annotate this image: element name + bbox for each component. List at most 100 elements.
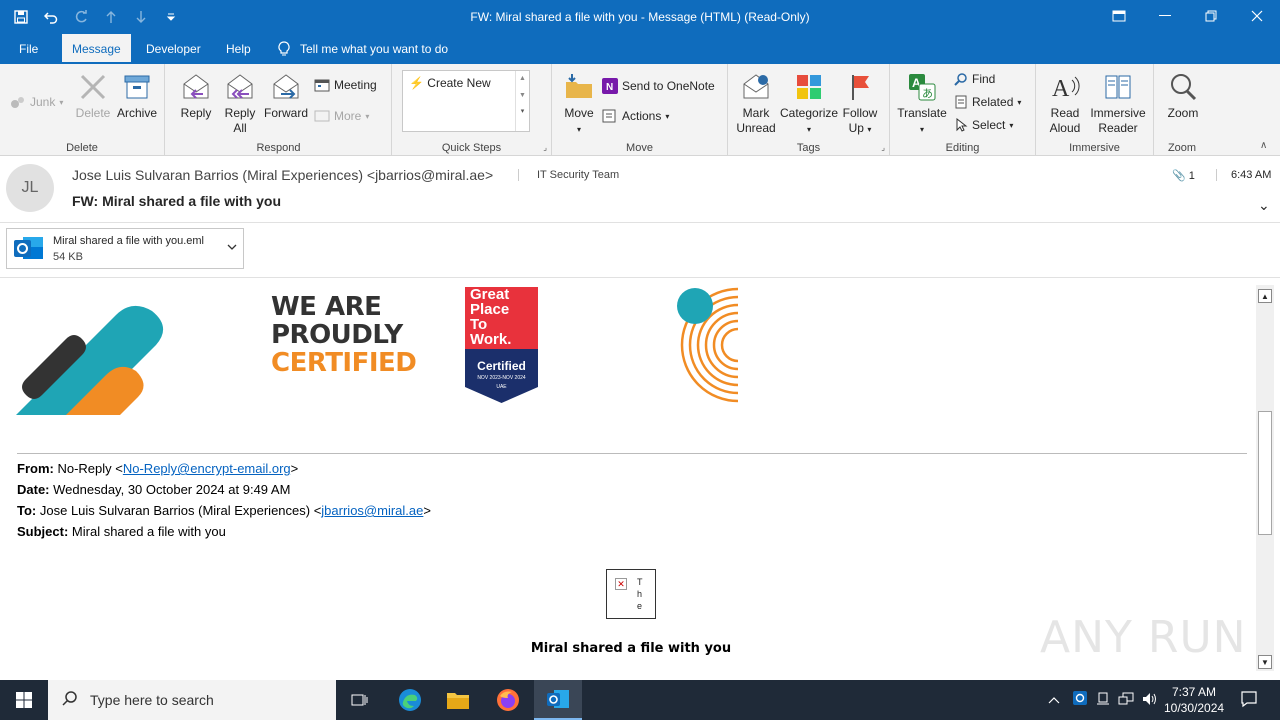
send-to-onenote-button[interactable]: N Send to OneNote xyxy=(602,78,715,94)
volume-icon[interactable] xyxy=(1142,692,1158,709)
sender[interactable]: Jose Luis Sulvaran Barrios (Miral Experi… xyxy=(72,167,493,183)
create-new-quick-step[interactable]: ⚡ Create New xyxy=(409,76,491,90)
meeting-button[interactable]: Meeting xyxy=(314,78,377,92)
delete-button[interactable]: Delete xyxy=(74,72,112,121)
immersive-reader-button[interactable]: Immersive Reader xyxy=(1088,72,1148,136)
attachment-item[interactable]: Miral shared a file with you.eml 54 KB xyxy=(6,228,244,269)
minimize-icon[interactable] xyxy=(1142,0,1188,32)
to-label: To: xyxy=(17,503,37,518)
actions-button[interactable]: Actions ▾ xyxy=(602,109,669,123)
tell-me-search[interactable]: Tell me what you want to do xyxy=(278,34,448,64)
more-label: More xyxy=(334,109,362,123)
quick-steps-launcher-icon[interactable]: ⌟ xyxy=(543,143,547,152)
find-button[interactable]: Find xyxy=(954,72,995,86)
read-aloud-button[interactable]: A Read Aloud xyxy=(1042,72,1088,136)
from-label: From: xyxy=(17,461,54,476)
scroll-up-icon[interactable]: ▲ xyxy=(1258,289,1272,303)
attachment-menu-icon[interactable] xyxy=(227,241,237,253)
select-button[interactable]: Select ▾ xyxy=(954,118,1013,132)
from-email-link[interactable]: No-Reply@encrypt-email.org xyxy=(123,461,291,476)
file-explorer-taskbar-button[interactable] xyxy=(434,680,482,720)
related-button[interactable]: Related ▾ xyxy=(954,95,1021,109)
delete-group-label: Delete xyxy=(66,142,98,154)
certified-banner: WE ARE PROUDLY CERTIFIED xyxy=(271,293,417,377)
follow-up-label-1: Follow xyxy=(842,106,878,120)
anyrun-watermark: ANY RUN xyxy=(1040,612,1247,663)
follow-up-label-2: Up xyxy=(848,121,864,135)
body-scrollbar[interactable]: ▲ ▼ xyxy=(1256,285,1274,671)
svg-text:N: N xyxy=(606,82,613,93)
immersive-reader-label-2: Reader xyxy=(1098,121,1138,135)
tab-message[interactable]: Message xyxy=(62,34,131,64)
reply-all-button[interactable]: Reply All xyxy=(220,72,260,136)
immersive-group-label: Immersive xyxy=(1069,142,1120,154)
tab-help[interactable]: Help xyxy=(226,34,251,64)
categorize-button[interactable]: Categorize ▾ xyxy=(780,72,838,137)
meeting-icon xyxy=(314,79,330,92)
taskbar-clock[interactable]: 7:37 AM 10/30/2024 xyxy=(1164,684,1224,716)
collapse-ribbon-icon[interactable]: ∧ xyxy=(1260,140,1267,151)
outlook-taskbar-button[interactable] xyxy=(534,680,582,720)
network-icon[interactable] xyxy=(1118,692,1134,709)
tab-file[interactable]: File xyxy=(19,34,38,64)
action-center-icon[interactable] xyxy=(1240,690,1258,711)
restore-icon[interactable] xyxy=(1188,0,1234,32)
archive-button[interactable]: Archive xyxy=(114,72,160,121)
read-aloud-label-2: Aloud xyxy=(1049,121,1081,135)
recipient[interactable]: IT Security Team xyxy=(518,169,619,181)
quick-steps-scrollbar[interactable]: ▲ ▼ ▾ xyxy=(515,71,529,131)
gptw-line-3: To xyxy=(470,316,488,333)
zoom-button[interactable]: Zoom xyxy=(1160,72,1206,121)
search-icon xyxy=(62,690,78,711)
mark-unread-button[interactable]: Mark Unread xyxy=(734,72,778,136)
to-email-link[interactable]: jbarrios@miral.ae xyxy=(321,503,423,518)
move-button[interactable]: Move ▾ xyxy=(560,72,598,137)
device-tray-icon[interactable] xyxy=(1096,692,1110,709)
reply-button[interactable]: Reply xyxy=(176,72,216,121)
immersive-reader-label-1: Immersive xyxy=(1090,106,1146,120)
header-divider xyxy=(0,277,1280,278)
close-icon[interactable] xyxy=(1234,0,1280,32)
move-group-label: Move xyxy=(626,142,653,154)
attachment-count-value: 1 xyxy=(1188,170,1195,182)
gptw-country: UAE xyxy=(496,384,507,390)
date-label: Date: xyxy=(17,482,50,497)
taskbar-search-box[interactable]: Type here to search xyxy=(48,680,336,720)
quick-steps-gallery[interactable]: ⚡ Create New ▲ ▼ ▾ xyxy=(402,70,530,132)
translate-button[interactable]: Aあ Translate ▾ xyxy=(896,72,948,137)
create-new-label: Create New xyxy=(427,76,491,90)
expand-header-icon[interactable]: ⌄ xyxy=(1258,197,1270,214)
edge-taskbar-button[interactable] xyxy=(386,680,434,720)
scrollbar-thumb[interactable] xyxy=(1258,411,1272,535)
start-button[interactable] xyxy=(0,680,48,720)
title-bar: FW: Miral shared a file with you - Messa… xyxy=(0,0,1280,34)
follow-up-button[interactable]: Follow Up ▾ xyxy=(840,72,880,137)
move-group: Move ▾ N Send to OneNote Actions ▾ Move xyxy=(552,64,728,156)
tags-launcher-icon[interactable]: ⌟ xyxy=(881,143,885,152)
junk-label: Junk xyxy=(30,95,56,109)
ribbon-display-options-icon[interactable] xyxy=(1096,0,1142,32)
more-respond-button[interactable]: More ▾ xyxy=(314,109,369,123)
windows-logo-icon xyxy=(16,692,32,708)
move-label: Move xyxy=(564,106,594,120)
tab-developer[interactable]: Developer xyxy=(146,34,201,64)
broken-image-placeholder[interactable]: ✕ T h e xyxy=(606,569,656,619)
scroll-down-icon[interactable]: ▼ xyxy=(1258,655,1272,669)
from-end: > xyxy=(290,461,299,476)
junk-button[interactable]: Junk ▾ xyxy=(10,94,63,110)
select-cursor-icon xyxy=(956,118,968,132)
delete-group: Junk ▾ Delete Archive Delete xyxy=(0,64,165,156)
show-hidden-icons[interactable] xyxy=(1048,692,1060,707)
windows-taskbar: Type here to search 7:37 AM 10/30/2024 xyxy=(0,680,1280,720)
date-value: Wednesday, 30 October 2024 at 9:49 AM xyxy=(53,482,291,497)
mark-unread-icon xyxy=(743,74,769,99)
avatar[interactable]: JL xyxy=(6,164,54,212)
firefox-taskbar-button[interactable] xyxy=(484,680,532,720)
forward-button[interactable]: Forward xyxy=(262,72,310,121)
outlook-tray-icon[interactable] xyxy=(1072,690,1088,709)
svg-text:A: A xyxy=(1052,76,1070,102)
zoom-group-label: Zoom xyxy=(1167,142,1197,154)
reply-all-label-1: Reply xyxy=(224,106,256,120)
to-name: Jose Luis Sulvaran Barrios (Miral Experi… xyxy=(39,503,322,518)
task-view-button[interactable] xyxy=(336,680,384,720)
